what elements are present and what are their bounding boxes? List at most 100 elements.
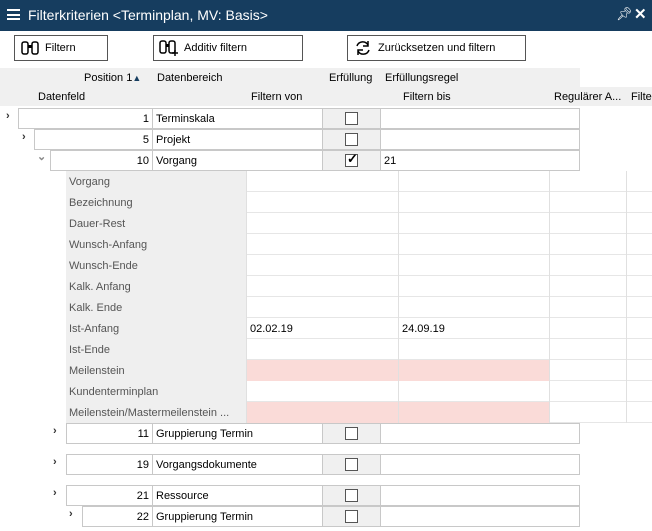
close-icon[interactable]: ✕: [634, 5, 647, 23]
field-from[interactable]: [246, 381, 398, 402]
field-to[interactable]: [398, 192, 549, 213]
row-fulfillment-cell[interactable]: [322, 506, 381, 527]
row-position[interactable]: 5: [34, 129, 153, 150]
header-regulaerer-ausdruck[interactable]: Regulärer A...: [554, 91, 621, 103]
header-erfuellungsregel[interactable]: Erfüllungsregel: [385, 72, 458, 84]
field-extra[interactable]: [626, 297, 652, 318]
row-position[interactable]: 22: [82, 506, 153, 527]
field-regex[interactable]: [549, 381, 626, 402]
row-name[interactable]: Vorgang: [152, 150, 323, 171]
fulfillment-checkbox[interactable]: [345, 427, 358, 440]
field-extra[interactable]: [626, 192, 652, 213]
row-position[interactable]: 1: [18, 108, 153, 129]
field-from[interactable]: [246, 192, 398, 213]
row-rule[interactable]: [380, 485, 580, 506]
field-extra[interactable]: [626, 402, 652, 423]
field-from[interactable]: [246, 234, 398, 255]
row-name[interactable]: Terminskala: [152, 108, 323, 129]
row-position[interactable]: 21: [66, 485, 153, 506]
field-from[interactable]: [246, 276, 398, 297]
fulfillment-checkbox[interactable]: [345, 489, 358, 502]
field-from[interactable]: [246, 297, 398, 318]
fulfillment-checkbox[interactable]: [345, 458, 358, 471]
row-rule[interactable]: 21: [380, 150, 580, 171]
field-regex[interactable]: [549, 402, 626, 423]
field-to[interactable]: [398, 339, 549, 360]
field-from[interactable]: [246, 171, 398, 192]
field-regex[interactable]: [549, 339, 626, 360]
expand-chevron-icon[interactable]: ›: [53, 456, 57, 468]
row-rule[interactable]: [380, 129, 580, 150]
field-regex[interactable]: [549, 234, 626, 255]
expand-chevron-icon[interactable]: ›: [53, 425, 57, 437]
row-rule[interactable]: [380, 506, 580, 527]
reset-filter-button[interactable]: Zurücksetzen und filtern: [347, 35, 526, 61]
header-datenbereich[interactable]: Datenbereich: [157, 72, 222, 84]
collapse-chevron-icon[interactable]: ⌄: [37, 150, 46, 163]
row-name[interactable]: Projekt: [152, 129, 323, 150]
field-to[interactable]: 24.09.19: [398, 318, 549, 339]
header-filtern-von[interactable]: Filtern von: [251, 91, 302, 103]
row-fulfillment-cell[interactable]: [322, 423, 381, 444]
filter-button[interactable]: Filtern: [14, 35, 108, 61]
field-extra[interactable]: [626, 171, 652, 192]
header-filte[interactable]: Filte: [631, 91, 652, 103]
field-regex[interactable]: [549, 318, 626, 339]
field-to-invalid[interactable]: [398, 402, 549, 423]
header-position[interactable]: Position 1▲: [84, 72, 141, 84]
header-erfuellung[interactable]: Erfüllung: [329, 72, 372, 84]
row-name[interactable]: Gruppierung Termin: [152, 423, 323, 444]
field-to[interactable]: [398, 297, 549, 318]
field-extra[interactable]: [626, 255, 652, 276]
row-position[interactable]: 11: [66, 423, 153, 444]
field-from[interactable]: [246, 213, 398, 234]
expand-chevron-icon[interactable]: ›: [53, 487, 57, 499]
pin-icon[interactable]: 📌︎: [616, 6, 633, 22]
fulfillment-checkbox[interactable]: [345, 112, 358, 125]
field-to-invalid[interactable]: [398, 360, 549, 381]
row-fulfillment-cell[interactable]: [322, 485, 381, 506]
field-extra[interactable]: [626, 234, 652, 255]
row-fulfillment-cell[interactable]: ✓: [322, 150, 381, 171]
row-position[interactable]: 19: [66, 454, 153, 475]
row-fulfillment-cell[interactable]: [322, 129, 381, 150]
expand-chevron-icon[interactable]: ›: [69, 508, 73, 520]
field-extra[interactable]: [626, 381, 652, 402]
expand-chevron-icon[interactable]: ›: [6, 110, 10, 122]
menu-icon[interactable]: [7, 9, 20, 20]
field-to[interactable]: [398, 234, 549, 255]
field-regex[interactable]: [549, 276, 626, 297]
field-from[interactable]: [246, 255, 398, 276]
field-from-invalid[interactable]: [246, 360, 398, 381]
row-rule[interactable]: [380, 423, 580, 444]
row-name[interactable]: Vorgangsdokumente: [152, 454, 323, 475]
field-to[interactable]: [398, 213, 549, 234]
field-from[interactable]: 02.02.19: [246, 318, 398, 339]
field-to[interactable]: [398, 381, 549, 402]
row-rule[interactable]: [380, 454, 580, 475]
field-regex[interactable]: [549, 297, 626, 318]
field-extra[interactable]: [626, 339, 652, 360]
header-datenfeld[interactable]: Datenfeld: [38, 91, 85, 103]
field-extra[interactable]: [626, 276, 652, 297]
fulfillment-checkbox[interactable]: [345, 510, 358, 523]
field-regex[interactable]: [549, 171, 626, 192]
field-regex[interactable]: [549, 255, 626, 276]
field-extra[interactable]: [626, 213, 652, 234]
field-to[interactable]: [398, 171, 549, 192]
field-regex[interactable]: [549, 360, 626, 381]
header-filtern-bis[interactable]: Filtern bis: [403, 91, 451, 103]
fulfillment-checkbox-checked[interactable]: ✓: [345, 151, 358, 167]
field-extra[interactable]: [626, 360, 652, 381]
fulfillment-checkbox[interactable]: [345, 133, 358, 146]
field-regex[interactable]: [549, 192, 626, 213]
row-name[interactable]: Ressource: [152, 485, 323, 506]
row-position[interactable]: 10: [50, 150, 153, 171]
field-extra[interactable]: [626, 318, 652, 339]
row-fulfillment-cell[interactable]: [322, 454, 381, 475]
row-fulfillment-cell[interactable]: [322, 108, 381, 129]
row-rule[interactable]: [380, 108, 580, 129]
field-to[interactable]: [398, 276, 549, 297]
field-to[interactable]: [398, 255, 549, 276]
field-from[interactable]: [246, 339, 398, 360]
